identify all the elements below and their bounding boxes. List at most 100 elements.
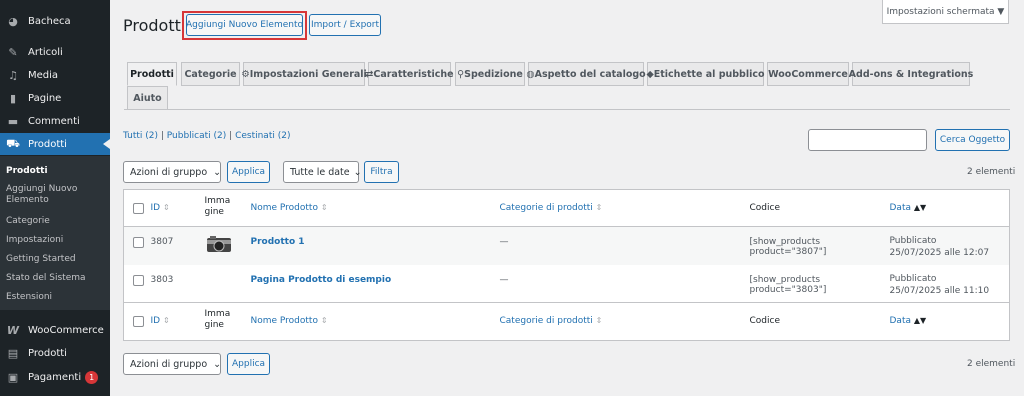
row-categories: — <box>499 274 509 285</box>
item-count-top: 2 elementi <box>967 167 1016 177</box>
row-checkbox[interactable] <box>133 274 144 286</box>
row-status: Pubblicato <box>889 236 937 246</box>
sidebar-item-articoli[interactable]: ✎ Articoli <box>0 41 110 63</box>
chevron-down-icon: ⌄ <box>353 166 362 178</box>
sort-icon: ⇕ <box>595 203 603 212</box>
column-footer-date[interactable]: Data <box>890 316 912 326</box>
bulk-action-select-top[interactable]: Azioni di gruppo ⌄ <box>123 161 221 183</box>
sidebar-submenu: Prodotti Aggiungi Nuovo Elemento Categor… <box>0 156 110 310</box>
sidebar-item-label: Pagamenti <box>28 371 82 383</box>
sidebar-item-pagamenti[interactable]: ▣ Pagamenti 1 <box>0 366 110 388</box>
tab-etichette[interactable]: ◆ Etichette al pubblico <box>646 62 765 86</box>
sort-desc-icon: ▲▼ <box>913 316 927 325</box>
sort-icon: ⇕ <box>595 316 603 325</box>
select-all-checkbox-bottom[interactable] <box>133 316 144 327</box>
main-content: Prodotti Aggiungi Nuovo Elemento Import … <box>110 0 1024 396</box>
archive-icon: ▤ <box>7 346 19 360</box>
column-header-code: Codice <box>749 203 781 213</box>
sidebar-item-commenti[interactable]: ▬ Commenti <box>0 110 110 132</box>
sort-icon: ⇕ <box>162 316 170 325</box>
tab-aspetto-catalogo[interactable]: ◍ Aspetto del catalogo <box>526 62 646 86</box>
search-input[interactable] <box>808 129 927 151</box>
row-status: Pubblicato <box>889 273 937 284</box>
filter-trash-link[interactable]: Cestinati (2) <box>235 131 290 141</box>
product-name-link[interactable]: Pagina Prodotto di esempio <box>251 275 392 285</box>
column-header-date[interactable]: Data <box>890 203 912 213</box>
sidebar-item-label: Bacheca <box>28 15 71 27</box>
tab-prodotti[interactable]: Prodotti <box>127 62 177 86</box>
add-new-button[interactable]: Aggiungi Nuovo Elemento <box>186 14 303 36</box>
page-title: Prodotti <box>123 16 186 35</box>
submenu-item-impostazioni[interactable]: Impostazioni <box>6 235 106 246</box>
row-id: 3807 <box>150 237 174 247</box>
tab-addons[interactable]: Add-ons & Integrations <box>849 62 973 86</box>
tab-aiuto[interactable]: Aiuto <box>127 86 168 110</box>
screen-options-button[interactable]: Impostazioni schermata ▼ <box>882 0 1009 24</box>
payment-icon: ▣ <box>7 370 19 384</box>
sidebar-item-label: WooCommerce <box>28 324 104 336</box>
column-header-name[interactable]: Nome Prodotto <box>251 203 318 213</box>
submenu-item-categorie[interactable]: Categorie <box>6 216 106 227</box>
sidebar-item-woocommerce[interactable]: W WooCommerce <box>0 319 110 341</box>
column-footer-image: Immagine <box>204 309 231 330</box>
submenu-item-getting-started[interactable]: Getting Started <box>6 254 106 265</box>
filter-all-link[interactable]: Tutti (2) <box>123 131 158 141</box>
sidebar-item-bacheca[interactable]: ◕ Bacheca <box>0 10 110 32</box>
filter-published-link[interactable]: Pubblicati (2) <box>167 131 227 141</box>
column-footer-name[interactable]: Nome Prodotto <box>251 316 318 326</box>
row-checkbox[interactable] <box>133 237 144 248</box>
notification-badge: 1 <box>85 370 99 384</box>
palette-icon: ◍ <box>526 68 535 80</box>
admin-sidebar: ◕ Bacheca ✎ Articoli ♫ Media ▮ Pagine ▬ … <box>0 0 110 396</box>
column-footer-id[interactable]: ID <box>151 316 161 326</box>
row-date: 25/07/2025 alle 11:10 <box>889 285 990 296</box>
apply-button-bottom[interactable]: Applica <box>227 353 270 375</box>
row-code: [show_products product="3807"] <box>749 237 827 257</box>
column-footer-code: Codice <box>749 316 781 326</box>
row-code: [show_products product="3803"] <box>749 274 827 295</box>
product-thumbnail-camera <box>206 236 231 252</box>
date-filter-select[interactable]: Tutte le date ⌄ <box>283 161 362 183</box>
filter-button[interactable]: Filtra <box>364 161 399 183</box>
sidebar-item-label: Media <box>28 69 59 81</box>
row-date: 25/07/2025 alle 12:07 <box>889 248 990 258</box>
gear-icon: ⚙ <box>241 68 250 80</box>
tab-categorie[interactable]: Categorie <box>181 62 240 86</box>
sidebar-item-label: Prodotti <box>28 347 67 359</box>
tab-spedizione[interactable]: ⚲ Spedizione <box>455 62 525 86</box>
comment-icon: ▬ <box>7 114 19 128</box>
sidebar-item-label: Pagine <box>28 92 62 104</box>
sidebar-item-label: Articoli <box>28 46 63 58</box>
bulk-action-select-bottom[interactable]: Azioni di gruppo ⌄ <box>123 353 221 375</box>
sidebar-item-label: Commenti <box>28 115 80 127</box>
row-id: 3803 <box>150 274 174 285</box>
submenu-item-prodotti[interactable]: Prodotti <box>6 166 106 177</box>
column-header-categories[interactable]: Categorie di prodotti <box>500 203 593 213</box>
search-button[interactable]: Cerca Oggetto <box>935 129 1010 151</box>
sidebar-item-media[interactable]: ♫ Media <box>0 64 110 86</box>
table-header-row: ID ⇕ Immagine Nome Prodotto ⇕ Categorie … <box>123 190 1010 227</box>
shuffle-icon: ⇄ <box>365 68 374 80</box>
submenu-item-system-status[interactable]: Stato del Sistema <box>6 273 106 284</box>
column-footer-categories[interactable]: Categorie di prodotti <box>500 316 593 326</box>
sort-desc-icon: ▲▼ <box>913 203 927 212</box>
chevron-down-icon: ⌄ <box>213 166 222 178</box>
import-export-button[interactable]: Import / Export <box>309 14 381 36</box>
column-header-id[interactable]: ID <box>151 203 161 213</box>
table-row: 3807 Prodotto 1 — [show_products product… <box>123 226 1010 265</box>
sidebar-item-prodotti[interactable]: ⛟ Prodotti <box>0 133 110 155</box>
sort-icon: ⇕ <box>320 316 328 325</box>
submenu-item-estensioni[interactable]: Estensioni <box>6 292 106 303</box>
woo-icon: W <box>6 323 20 337</box>
page-icon: ▮ <box>9 91 17 105</box>
tab-impostazioni-generali[interactable]: ⚙ Impostazioni Generali <box>241 62 367 86</box>
row-categories: — <box>499 237 509 247</box>
product-name-link[interactable]: Prodotto 1 <box>251 237 305 247</box>
sidebar-item-prodotti-woo[interactable]: ▤ Prodotti <box>0 342 110 364</box>
apply-button-top[interactable]: Applica <box>227 161 270 183</box>
tab-caratteristiche[interactable]: ⇄ Caratteristiche <box>365 62 454 86</box>
select-all-checkbox[interactable] <box>133 203 144 214</box>
sidebar-item-pagine[interactable]: ▮ Pagine <box>0 87 110 109</box>
tab-woocommerce[interactable]: WooCommerce <box>767 62 849 86</box>
submenu-item-add-new[interactable]: Aggiungi Nuovo Elemento <box>6 184 106 206</box>
